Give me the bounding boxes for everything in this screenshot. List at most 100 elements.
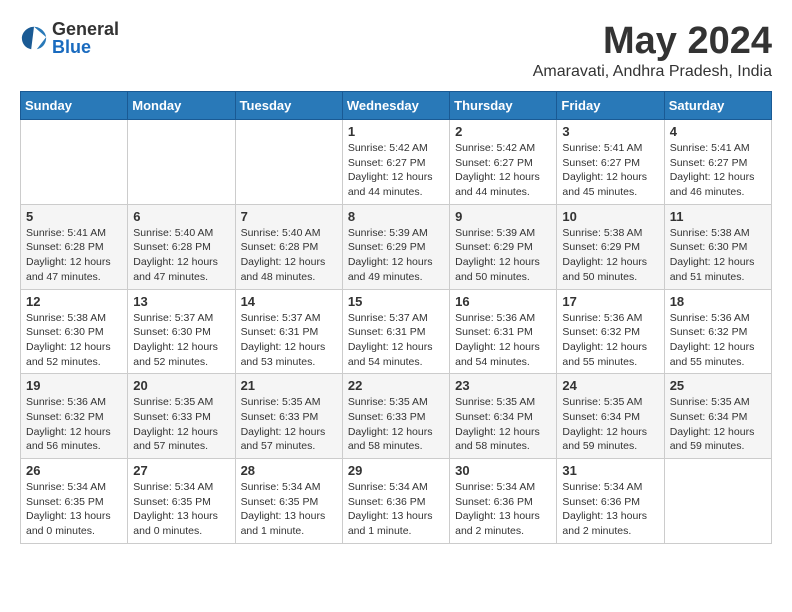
cell-week3-day5: 17 Sunrise: 5:36 AM Sunset: 6:32 PM Dayli… — [557, 289, 664, 374]
day-info: Sunrise: 5:35 AM Sunset: 6:34 PM Dayligh… — [562, 395, 658, 454]
day-info: Sunrise: 5:34 AM Sunset: 6:35 PM Dayligh… — [241, 480, 337, 539]
col-tuesday: Tuesday — [235, 92, 342, 120]
day-number: 23 — [455, 378, 551, 393]
day-info: Sunrise: 5:35 AM Sunset: 6:34 PM Dayligh… — [455, 395, 551, 454]
cell-week3-day0: 12 Sunrise: 5:38 AM Sunset: 6:30 PM Dayli… — [21, 289, 128, 374]
cell-week3-day1: 13Sunrise: 5:37 AM Sunset: 6:30 PM Dayli… — [128, 289, 235, 374]
day-number: 8 — [348, 209, 444, 224]
cell-week2-day4: 9Sunrise: 5:39 AM Sunset: 6:29 PM Daylig… — [450, 204, 557, 289]
day-number: 16 — [455, 294, 551, 309]
day-number: 28 — [241, 463, 337, 478]
logo-icon — [20, 24, 48, 52]
day-info: Sunrise: 5:38 AM Sunset: 6:29 PM Dayligh… — [562, 226, 658, 285]
day-info: Sunrise: 5:38 AM Sunset: 6:30 PM Dayligh… — [670, 226, 766, 285]
cell-week2-day3: 8 Sunrise: 5:39 AM Sunset: 6:29 PM Daylig… — [342, 204, 449, 289]
day-info: Sunrise: 5:41 AM Sunset: 6:28 PM Dayligh… — [26, 226, 122, 285]
calendar-table: Sunday Monday Tuesday Wednesday Thursday… — [20, 91, 772, 544]
day-number: 30 — [455, 463, 551, 478]
cell-week2-day6: 11 Sunrise: 5:38 AM Sunset: 6:30 PM Dayli… — [664, 204, 771, 289]
logo: General Blue — [20, 20, 119, 56]
day-info: Sunrise: 5:35 AM Sunset: 6:33 PM Dayligh… — [348, 395, 444, 454]
cell-week2-day0: 5 Sunrise: 5:41 AM Sunset: 6:28 PM Daylig… — [21, 204, 128, 289]
day-info: Sunrise: 5:34 AM Sunset: 6:36 PM Dayligh… — [348, 480, 444, 539]
cell-week5-day3: 29Sunrise: 5:34 AM Sunset: 6:36 PM Dayli… — [342, 459, 449, 544]
day-info: Sunrise: 5:34 AM Sunset: 6:36 PM Dayligh… — [455, 480, 551, 539]
cell-week4-day4: 23 Sunrise: 5:35 AM Sunset: 6:34 PM Dayli… — [450, 374, 557, 459]
logo-blue-text: Blue — [52, 38, 119, 56]
cell-week3-day2: 14Sunrise: 5:37 AM Sunset: 6:31 PM Dayli… — [235, 289, 342, 374]
cell-week5-day2: 28 Sunrise: 5:34 AM Sunset: 6:35 PM Dayli… — [235, 459, 342, 544]
page: General Blue May 2024 Amaravati, Andhra … — [0, 0, 792, 564]
cell-week1-day2 — [235, 120, 342, 205]
day-info: Sunrise: 5:34 AM Sunset: 6:36 PM Dayligh… — [562, 480, 658, 539]
col-wednesday: Wednesday — [342, 92, 449, 120]
day-number: 10 — [562, 209, 658, 224]
cell-week3-day6: 18Sunrise: 5:36 AM Sunset: 6:32 PM Dayli… — [664, 289, 771, 374]
cell-week5-day6 — [664, 459, 771, 544]
day-info: Sunrise: 5:36 AM Sunset: 6:31 PM Dayligh… — [455, 311, 551, 370]
day-info: Sunrise: 5:34 AM Sunset: 6:35 PM Dayligh… — [133, 480, 229, 539]
day-info: Sunrise: 5:36 AM Sunset: 6:32 PM Dayligh… — [562, 311, 658, 370]
day-number: 4 — [670, 124, 766, 139]
day-number: 1 — [348, 124, 444, 139]
cell-week5-day0: 26Sunrise: 5:34 AM Sunset: 6:35 PM Dayli… — [21, 459, 128, 544]
calendar-header: Sunday Monday Tuesday Wednesday Thursday… — [21, 92, 772, 120]
calendar-body: 1 Sunrise: 5:42 AM Sunset: 6:27 PM Daylig… — [21, 120, 772, 544]
day-number: 15 — [348, 294, 444, 309]
header-row: Sunday Monday Tuesday Wednesday Thursday… — [21, 92, 772, 120]
day-number: 2 — [455, 124, 551, 139]
day-number: 17 — [562, 294, 658, 309]
day-info: Sunrise: 5:40 AM Sunset: 6:28 PM Dayligh… — [133, 226, 229, 285]
day-number: 22 — [348, 378, 444, 393]
day-number: 31 — [562, 463, 658, 478]
day-info: Sunrise: 5:36 AM Sunset: 6:32 PM Dayligh… — [26, 395, 122, 454]
cell-week2-day5: 10 Sunrise: 5:38 AM Sunset: 6:29 PM Dayli… — [557, 204, 664, 289]
cell-week5-day1: 27 Sunrise: 5:34 AM Sunset: 6:35 PM Dayli… — [128, 459, 235, 544]
day-number: 25 — [670, 378, 766, 393]
day-info: Sunrise: 5:39 AM Sunset: 6:29 PM Dayligh… — [348, 226, 444, 285]
main-title: May 2024 — [533, 20, 772, 63]
logo-general-text: General — [52, 20, 119, 38]
header: General Blue May 2024 Amaravati, Andhra … — [20, 20, 772, 81]
day-info: Sunrise: 5:37 AM Sunset: 6:31 PM Dayligh… — [241, 311, 337, 370]
day-number: 21 — [241, 378, 337, 393]
day-info: Sunrise: 5:41 AM Sunset: 6:27 PM Dayligh… — [562, 141, 658, 200]
day-info: Sunrise: 5:39 AM Sunset: 6:29 PM Dayligh… — [455, 226, 551, 285]
day-number: 27 — [133, 463, 229, 478]
week-row-2: 5 Sunrise: 5:41 AM Sunset: 6:28 PM Daylig… — [21, 204, 772, 289]
cell-week2-day2: 7 Sunrise: 5:40 AM Sunset: 6:28 PM Daylig… — [235, 204, 342, 289]
cell-week4-day5: 24Sunrise: 5:35 AM Sunset: 6:34 PM Dayli… — [557, 374, 664, 459]
day-number: 3 — [562, 124, 658, 139]
day-info: Sunrise: 5:35 AM Sunset: 6:33 PM Dayligh… — [133, 395, 229, 454]
cell-week4-day2: 21Sunrise: 5:35 AM Sunset: 6:33 PM Dayli… — [235, 374, 342, 459]
week-row-1: 1 Sunrise: 5:42 AM Sunset: 6:27 PM Daylig… — [21, 120, 772, 205]
cell-week1-day3: 1Sunrise: 5:42 AM Sunset: 6:27 PM Daylig… — [342, 120, 449, 205]
day-info: Sunrise: 5:42 AM Sunset: 6:27 PM Dayligh… — [455, 141, 551, 200]
cell-week3-day4: 16 Sunrise: 5:36 AM Sunset: 6:31 PM Dayli… — [450, 289, 557, 374]
col-sunday: Sunday — [21, 92, 128, 120]
cell-week1-day1 — [128, 120, 235, 205]
cell-week1-day6: 4Sunrise: 5:41 AM Sunset: 6:27 PM Daylig… — [664, 120, 771, 205]
cell-week4-day6: 25 Sunrise: 5:35 AM Sunset: 6:34 PM Dayli… — [664, 374, 771, 459]
day-number: 11 — [670, 209, 766, 224]
day-number: 19 — [26, 378, 122, 393]
cell-week5-day4: 30 Sunrise: 5:34 AM Sunset: 6:36 PM Dayli… — [450, 459, 557, 544]
day-info: Sunrise: 5:40 AM Sunset: 6:28 PM Dayligh… — [241, 226, 337, 285]
day-number: 12 — [26, 294, 122, 309]
day-number: 6 — [133, 209, 229, 224]
day-number: 13 — [133, 294, 229, 309]
day-info: Sunrise: 5:38 AM Sunset: 6:30 PM Dayligh… — [26, 311, 122, 370]
week-row-4: 19 Sunrise: 5:36 AM Sunset: 6:32 PM Dayli… — [21, 374, 772, 459]
day-info: Sunrise: 5:37 AM Sunset: 6:31 PM Dayligh… — [348, 311, 444, 370]
cell-week3-day3: 15 Sunrise: 5:37 AM Sunset: 6:31 PM Dayli… — [342, 289, 449, 374]
col-monday: Monday — [128, 92, 235, 120]
col-saturday: Saturday — [664, 92, 771, 120]
day-info: Sunrise: 5:35 AM Sunset: 6:34 PM Dayligh… — [670, 395, 766, 454]
cell-week4-day3: 22 Sunrise: 5:35 AM Sunset: 6:33 PM Dayli… — [342, 374, 449, 459]
subtitle: Amaravati, Andhra Pradesh, India — [533, 63, 772, 81]
col-friday: Friday — [557, 92, 664, 120]
day-number: 26 — [26, 463, 122, 478]
day-number: 7 — [241, 209, 337, 224]
day-number: 5 — [26, 209, 122, 224]
week-row-5: 26 Sunrise: 5:34 AM Sunset: 6:35 PM Dayli… — [21, 459, 772, 544]
